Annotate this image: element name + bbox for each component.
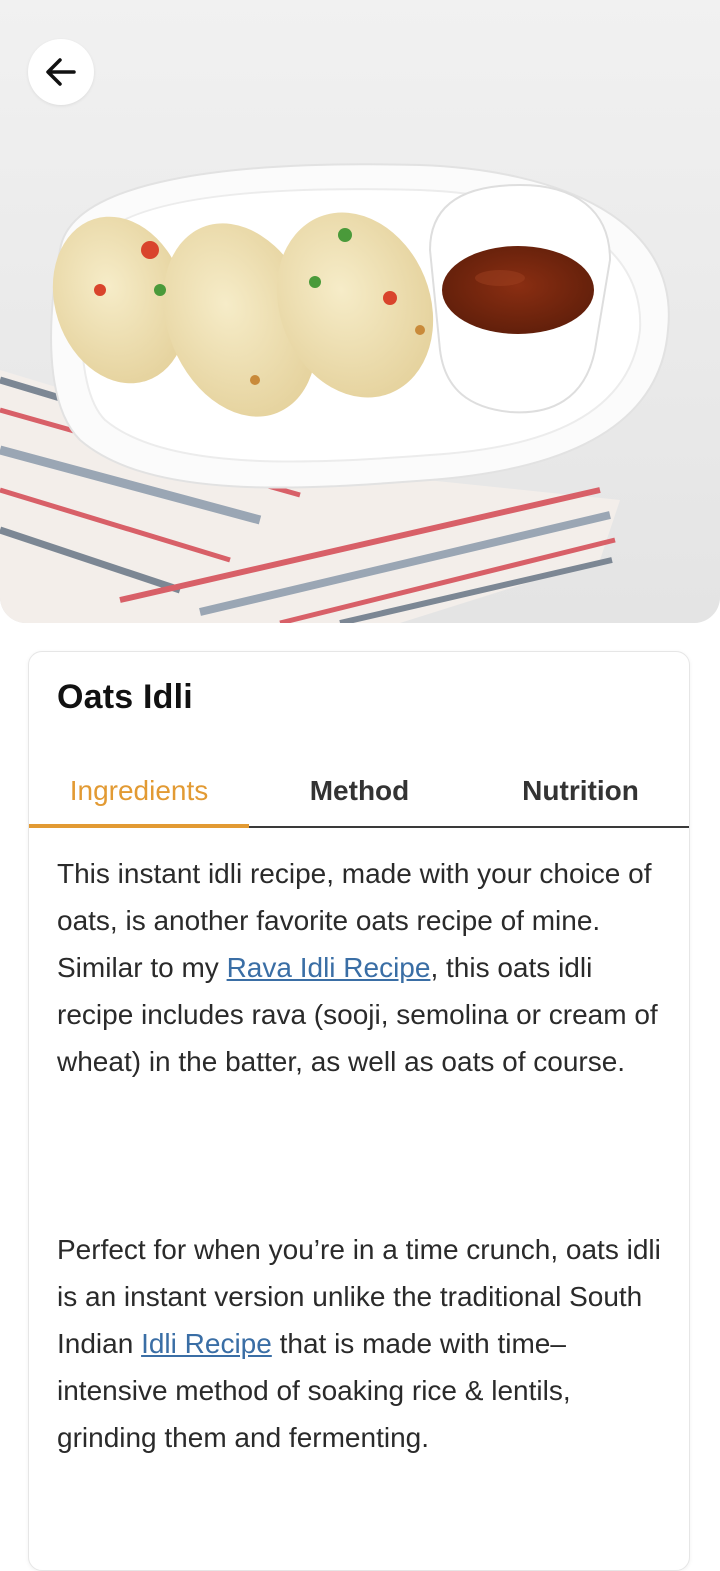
tab-method[interactable]: Method <box>249 756 470 826</box>
sauce-bowl <box>428 183 612 414</box>
description-paragraph-2: Perfect for when you’re in a time crunch… <box>57 1226 667 1461</box>
rava-idli-recipe-link[interactable]: Rava Idli Recipe <box>227 952 431 983</box>
tab-ingredients-label: Ingredients <box>69 775 209 806</box>
tab-content: This instant idli recipe, made with your… <box>57 850 667 1461</box>
description-paragraph-1: This instant idli recipe, made with your… <box>57 850 667 1085</box>
oats-idli-photo <box>0 0 720 623</box>
hero-image <box>0 0 720 623</box>
tab-method-label: Method <box>309 775 410 806</box>
back-button[interactable] <box>28 39 94 105</box>
arrow-left-icon <box>46 58 76 86</box>
tab-nutrition-label: Nutrition <box>522 775 639 806</box>
idli-recipe-link[interactable]: Idli Recipe <box>141 1328 272 1359</box>
recipe-card: Oats Idli Ingredients Method Nutrition T… <box>28 651 690 1571</box>
active-tab-indicator <box>29 824 249 828</box>
tab-nutrition[interactable]: Nutrition <box>470 756 689 826</box>
tab-bar: Ingredients Method Nutrition <box>29 756 689 828</box>
tab-ingredients[interactable]: Ingredients <box>29 756 249 828</box>
recipe-title: Oats Idli <box>57 678 193 716</box>
